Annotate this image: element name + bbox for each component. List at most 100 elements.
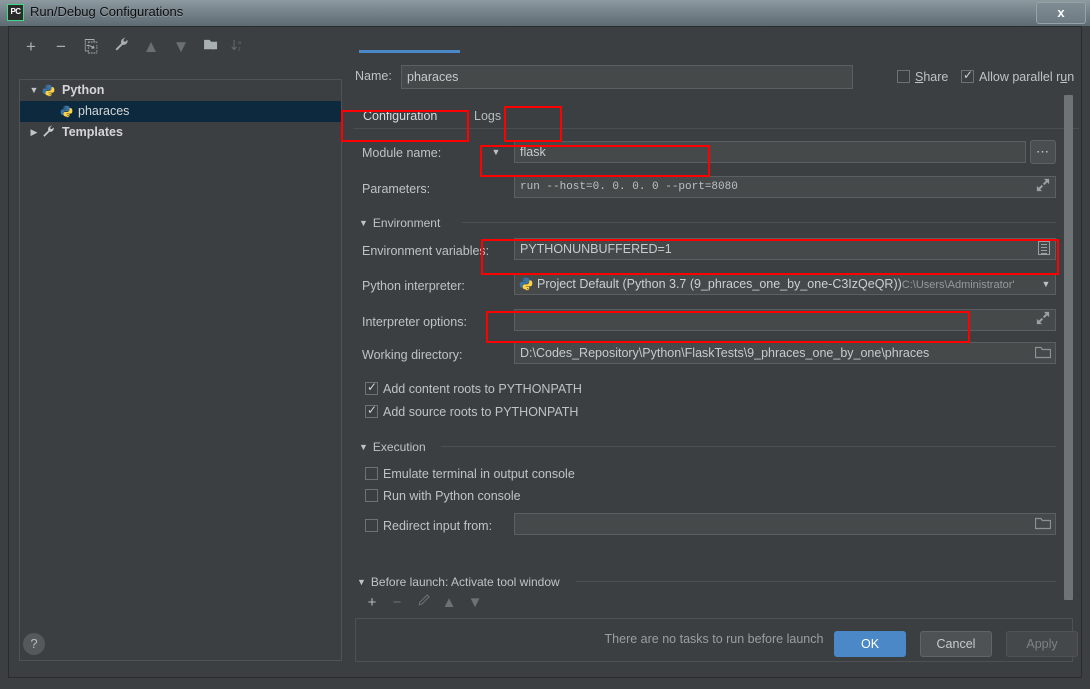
new-folder-icon[interactable] — [199, 35, 223, 59]
wrench-icon[interactable] — [109, 35, 133, 59]
tree-item-label: Templates — [62, 125, 123, 139]
environment-section-label: Environment — [372, 216, 441, 230]
redirect-input-path-input[interactable] — [514, 513, 1056, 535]
edit-before-launch-task-icon[interactable] — [412, 592, 434, 614]
dialog-body: + − ⎘ ▲ ▼ az ▼ Python pharaces ▶ Templat… — [8, 26, 1082, 678]
copy-configuration-icon[interactable]: ⎘ — [79, 35, 103, 59]
checkbox-box[interactable] — [961, 68, 974, 83]
chevron-down-icon[interactable]: ▼ — [28, 80, 40, 101]
before-launch-section-header[interactable]: ▼ Before launch: Activate tool window — [357, 575, 560, 589]
tree-item-pharaces[interactable]: pharaces — [20, 101, 341, 122]
checkbox-box[interactable] — [365, 380, 378, 395]
environment-section-header[interactable]: ▼ Environment — [359, 216, 440, 230]
checkbox-box[interactable] — [897, 70, 910, 83]
redirect-input-checkbox[interactable]: Redirect input from: — [365, 519, 492, 533]
python-interpreter-combo[interactable]: Project Default (Python 3.7 (9_phraces_o… — [514, 273, 1056, 295]
tree-item-templates[interactable]: ▶ Templates — [20, 122, 341, 143]
help-button[interactable]: ? — [23, 633, 45, 655]
python-interpreter-path-hint: C:\Users\Administrator' — [901, 279, 1015, 291]
python-icon — [42, 84, 55, 97]
environment-variables-input[interactable]: PYTHONUNBUFFERED=1 — [514, 238, 1056, 260]
remove-before-launch-task-icon[interactable]: − — [386, 592, 408, 614]
module-browse-button[interactable]: ⋯ — [1030, 140, 1056, 164]
interpreter-options-label: Interpreter options: — [362, 315, 467, 329]
before-launch-toolbar: + − ▲ ▼ — [355, 592, 555, 614]
add-before-launch-task-icon[interactable]: + — [361, 592, 383, 614]
working-directory-label: Working directory: — [362, 348, 463, 362]
dialog-footer: ? OK Cancel Apply — [9, 621, 1081, 677]
edit-environment-variables-icon[interactable] — [1038, 241, 1050, 255]
module-name-input[interactable]: flask — [514, 141, 1026, 163]
window-title: Run/Debug Configurations — [30, 4, 184, 19]
module-name-mode-chevron-down-icon[interactable]: ▼ — [489, 142, 503, 162]
redirect-input-label: Redirect input from: — [383, 519, 493, 533]
window-titlebar: PC Run/Debug Configurations x — [0, 0, 1090, 26]
add-configuration-icon[interactable]: + — [19, 35, 43, 59]
scrollbar-thumb[interactable] — [1064, 95, 1073, 600]
add-source-roots-label: Add source roots to PYTHONPATH — [383, 405, 579, 419]
python-icon — [60, 105, 73, 118]
configurations-tree: ▼ Python pharaces ▶ Templates — [19, 79, 342, 661]
python-interpreter-chevron-down-icon[interactable]: ▼ — [1039, 274, 1053, 294]
chevron-down-icon[interactable]: ▼ — [359, 218, 368, 228]
parameters-label: Parameters: — [362, 182, 431, 196]
add-content-roots-label: Add content roots to PYTHONPATH — [383, 382, 582, 396]
remove-configuration-icon[interactable]: − — [49, 35, 73, 59]
tab-configuration[interactable]: Configuration — [363, 105, 437, 127]
add-source-roots-checkbox[interactable]: Add source roots to PYTHONPATH — [365, 403, 579, 419]
section-divider — [441, 446, 1056, 447]
emulate-terminal-label: Emulate terminal in output console — [383, 467, 575, 481]
sort-alphabetically-icon[interactable]: az — [226, 35, 250, 59]
configuration-pane: Name: pharaces Share Allow parallel run … — [349, 27, 1083, 679]
tree-item-label: pharaces — [78, 104, 130, 118]
svg-text:z: z — [238, 46, 241, 52]
pycharm-icon: PC — [7, 4, 24, 21]
browse-working-directory-folder-icon[interactable] — [1035, 346, 1051, 360]
checkbox-box[interactable] — [365, 489, 378, 502]
python-interpreter-label: Python interpreter: — [362, 279, 465, 293]
move-before-launch-task-up-icon[interactable]: ▲ — [438, 592, 460, 614]
allow-parallel-run-checkbox[interactable]: Allow parallel run — [961, 68, 1075, 84]
name-input[interactable]: pharaces — [401, 65, 853, 89]
configuration-scrollbar[interactable] — [1064, 87, 1073, 609]
tree-item-python[interactable]: ▼ Python — [20, 80, 341, 101]
run-debug-configurations-window: PC Run/Debug Configurations x + − ⎘ ▲ ▼ … — [0, 0, 1090, 689]
ellipsis-icon: ⋯ — [1036, 144, 1050, 159]
move-down-icon[interactable]: ▼ — [169, 35, 193, 59]
add-content-roots-checkbox[interactable]: Add content roots to PYTHONPATH — [365, 380, 582, 396]
move-before-launch-task-down-icon[interactable]: ▼ — [464, 592, 486, 614]
wrench-icon — [42, 125, 55, 138]
tabs-divider — [353, 128, 1079, 129]
expand-parameters-icon[interactable] — [1036, 178, 1052, 194]
run-with-python-console-label: Run with Python console — [383, 489, 521, 503]
before-launch-label: Before launch: Activate tool window — [370, 575, 560, 589]
share-checkbox[interactable]: Share — [897, 70, 948, 84]
expand-interpreter-options-icon[interactable] — [1036, 311, 1052, 327]
ok-button[interactable]: OK — [834, 631, 906, 657]
parallel-label-post: n — [1067, 70, 1075, 84]
execution-section-label: Execution — [372, 440, 426, 454]
chevron-down-icon[interactable]: ▼ — [357, 577, 366, 587]
emulate-terminal-checkbox[interactable]: Emulate terminal in output console — [365, 467, 575, 481]
tab-logs[interactable]: Logs — [474, 105, 501, 127]
move-up-icon[interactable]: ▲ — [139, 35, 163, 59]
close-button[interactable]: x — [1036, 2, 1086, 24]
chevron-down-icon[interactable]: ▼ — [359, 442, 368, 452]
chevron-right-icon[interactable]: ▶ — [28, 122, 40, 143]
checkbox-box[interactable] — [365, 519, 378, 532]
checkbox-box[interactable] — [365, 403, 378, 418]
share-label: hare — [923, 70, 949, 84]
execution-section-header[interactable]: ▼ Execution — [359, 440, 426, 454]
working-directory-input[interactable]: D:\Codes_Repository\Python\FlaskTests\9_… — [514, 342, 1056, 364]
parameters-input[interactable]: run --host=0. 0. 0. 0 --port=8080 — [514, 176, 1056, 198]
parallel-label-pre: Allow parallel r — [979, 70, 1061, 84]
run-with-python-console-checkbox[interactable]: Run with Python console — [365, 489, 521, 503]
module-name-label: Module name: — [362, 146, 442, 160]
browse-redirect-input-folder-icon[interactable] — [1035, 517, 1051, 531]
cancel-button[interactable]: Cancel — [920, 631, 992, 657]
checkbox-box[interactable] — [365, 467, 378, 480]
svg-text:a: a — [238, 40, 241, 46]
section-divider — [576, 581, 1056, 582]
interpreter-options-input[interactable] — [514, 309, 1056, 331]
apply-button[interactable]: Apply — [1006, 631, 1078, 657]
